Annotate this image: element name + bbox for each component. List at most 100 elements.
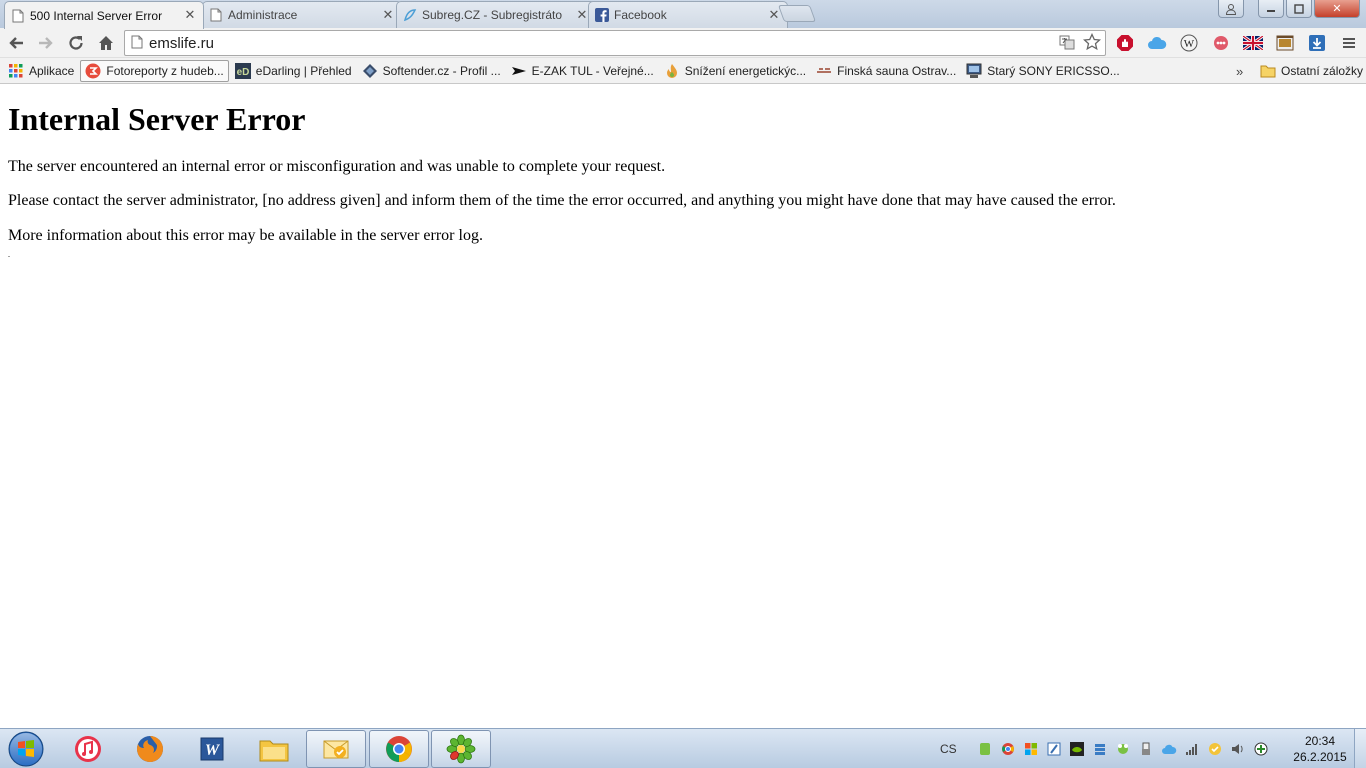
taskbar-icq[interactable] [431,730,491,768]
translate-icon[interactable] [1059,34,1075,53]
taskbar-outlook[interactable] [306,730,366,768]
bookmark-label: Snížení energetickýc... [684,63,807,78]
bookmark-fotoreporty[interactable]: Fotoreporty z hudeb... [80,59,229,82]
explorer-icon [259,740,289,762]
monitor-icon [966,63,982,79]
bookmark-aplikace[interactable]: Aplikace [4,60,78,82]
bookmark-sony[interactable]: Starý SONY ERICSSO... [962,60,1123,82]
taskbar-explorer[interactable] [244,730,304,768]
outlook-icon [323,740,349,759]
svg-text:W: W [1184,38,1195,50]
error-paragraph-3: More information about this error may be… [8,226,483,244]
sauna-icon [816,63,832,79]
system-clock[interactable]: 20:34 26.2.2015 [1290,733,1350,765]
bookmark-ezak[interactable]: E-ZAK TUL - Veřejné... [507,60,658,82]
other-bookmarks[interactable]: Ostatní záložky [1256,60,1366,82]
volume-icon[interactable] [1229,740,1247,758]
page-icon [209,8,223,22]
windows-logo-icon [8,731,44,767]
office-icon[interactable] [1022,740,1040,758]
tab-administrace[interactable]: Administrace ✕ [202,1,402,28]
bookmark-snizeni[interactable]: Snížení energetickýc... [660,60,810,82]
page-content: Internal Server Error The server encount… [0,85,1366,728]
taskbar-firefox[interactable] [120,730,180,768]
taskbar-word[interactable]: W [182,730,242,768]
menu-icon[interactable] [1336,30,1362,56]
tab-facebook[interactable]: Facebook ✕ [588,1,788,28]
bookmark-edarling[interactable]: eD eDarling | Přehled [231,60,356,82]
maximize-button[interactable] [1286,0,1312,18]
cloud-icon[interactable] [1144,30,1170,56]
browser-toolbar: emslife.ru W [0,28,1366,58]
clock-date: 26.2.2015 [1293,750,1347,764]
window-controls: ✕ [1218,0,1360,18]
page-heading: Internal Server Error [8,101,306,137]
tab-internal-server-error[interactable]: 500 Internal Server Error ✕ [4,1,204,29]
minimize-button[interactable] [1258,0,1284,18]
clock-time: 20:34 [1304,734,1336,748]
firefox-icon [137,736,163,762]
wikipedia-icon[interactable]: W [1176,30,1202,56]
error-paragraph-2: Please contact the server administrator,… [8,192,1116,210]
dropbox-icon[interactable] [1091,740,1109,758]
page-icon [131,35,143,52]
nvidia-icon[interactable] [1068,740,1086,758]
tab-subreg[interactable]: Subreg.CZ - Subregistráto ✕ [396,1,596,28]
close-window-button[interactable]: ✕ [1314,0,1360,18]
word-icon: W [200,737,224,761]
usb-icon[interactable] [1137,740,1155,758]
taskbar-chrome[interactable] [369,730,429,768]
download-icon[interactable] [1304,30,1330,56]
forward-button[interactable] [32,29,60,57]
subreg-icon [403,8,417,22]
url-text[interactable]: emslife.ru [149,35,1059,52]
taskbar-itunes[interactable] [58,730,118,768]
reload-button[interactable] [62,29,90,57]
close-icon[interactable]: ✕ [381,8,395,23]
chrome-tray-icon[interactable] [999,740,1017,758]
start-button[interactable] [6,730,46,768]
flame-icon [664,63,680,79]
screenshot-icon[interactable] [1272,30,1298,56]
close-icon[interactable]: ✕ [183,8,197,23]
bookmark-label: Finská sauna Ostrav... [837,63,957,78]
tab-title: 500 Internal Server Error [30,8,163,23]
bookmark-sauna[interactable]: Finská sauna Ostrav... [812,60,960,82]
bookmark-softender[interactable]: Softender.cz - Profil ... [358,60,505,82]
mail-tray-icon[interactable] [1206,740,1224,758]
extensions-area: W [1112,30,1362,56]
star-icon[interactable] [1082,32,1102,54]
language-indicator[interactable]: CS [940,742,957,756]
adblock-icon[interactable] [1112,30,1138,56]
new-tab-button[interactable] [777,5,817,22]
frog-icon[interactable] [1114,740,1132,758]
icq-icon [446,734,476,764]
fotoreporty-icon [85,63,101,79]
show-desktop-button[interactable] [1354,729,1366,768]
home-icon [99,35,113,50]
bookmark-label: Fotoreporty z hudeb... [106,63,224,78]
arrow-right-icon [39,36,53,49]
bookmark-label: Starý SONY ERICSSO... [987,63,1120,78]
back-button[interactable] [2,29,30,57]
trailing-dot: . [8,249,10,259]
lastpass-icon[interactable] [1208,30,1234,56]
reload-icon [69,35,83,50]
close-icon[interactable]: ✕ [575,8,589,23]
uk-flag-icon[interactable] [1240,30,1266,56]
address-bar[interactable]: emslife.ru [124,30,1106,56]
bookmarks-overflow-button[interactable]: » [1232,60,1247,82]
evernote-icon[interactable] [976,740,994,758]
lync-icon[interactable] [1045,740,1063,758]
svg-text:W: W [205,742,221,759]
security-icon[interactable] [1252,740,1270,758]
home-button[interactable] [92,29,120,57]
facebook-icon [595,8,609,22]
bookmark-label: Ostatní záložky [1281,64,1364,78]
chrome-icon [386,736,412,762]
user-icon[interactable] [1218,0,1244,18]
svg-text:eD: eD [236,67,249,78]
windows-taskbar: W CS 20:34 26.2.2015 [0,728,1366,768]
network-icon[interactable] [1183,740,1201,758]
onedrive-icon[interactable] [1160,740,1178,758]
